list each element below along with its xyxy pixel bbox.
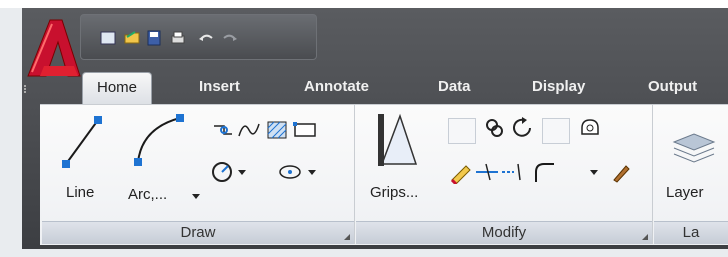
grips-label[interactable]: Grips... [370, 184, 418, 201]
layers-panel: Layer La [654, 104, 728, 244]
fillet-icon[interactable] [532, 160, 558, 184]
tab-annotate[interactable]: Annotate [304, 78, 369, 95]
draw-panel-footer[interactable]: Draw [42, 221, 354, 244]
line-icon[interactable] [60, 112, 104, 170]
rectangle-icon[interactable] [292, 118, 318, 142]
circle-dropdown-arrow[interactable] [238, 170, 246, 175]
undo-icon[interactable] [197, 29, 215, 47]
toolbar-grip[interactable] [24, 84, 30, 94]
grips-icon[interactable] [372, 110, 426, 170]
app-window: Home Insert Annotate Data Display Output… [0, 0, 728, 257]
ellipse-icon[interactable] [278, 160, 304, 184]
edit-icon[interactable] [608, 160, 634, 184]
arc-icon[interactable] [130, 110, 190, 170]
layer-label[interactable]: Layer [666, 184, 704, 201]
layers-panel-title: La [682, 224, 700, 241]
trim-icon[interactable] [474, 160, 500, 184]
circle-icon[interactable] [210, 160, 236, 184]
tab-data[interactable]: Data [438, 78, 471, 95]
tab-insert[interactable]: Insert [199, 78, 240, 95]
panel-expand-icon[interactable] [344, 234, 350, 240]
polyline-icon[interactable] [210, 118, 236, 142]
draw-panel-title: Draw [180, 224, 216, 241]
ellipse-dropdown-arrow[interactable] [308, 170, 316, 175]
arc-label[interactable]: Arc,... [128, 186, 167, 203]
modify-panel-title: Modify [481, 224, 527, 241]
hatch-icon[interactable] [264, 118, 290, 142]
open-icon[interactable] [123, 29, 141, 47]
ribbon-tabs: Home Insert Annotate Data Display Output [42, 72, 728, 109]
extend-icon[interactable] [500, 160, 526, 184]
layers-icon[interactable] [670, 130, 718, 166]
save-icon[interactable] [145, 29, 163, 47]
tab-display[interactable]: Display [532, 78, 585, 95]
rotate-icon[interactable] [510, 116, 536, 140]
quick-access-toolbar [80, 14, 317, 60]
fillet-dropdown-arrow[interactable] [590, 170, 598, 175]
erase-icon[interactable] [448, 160, 474, 184]
modify-panel: Grips... Modify [356, 104, 653, 244]
move-button[interactable] [448, 118, 476, 144]
tab-output[interactable]: Output [648, 78, 697, 95]
scale-button[interactable] [542, 118, 570, 144]
draw-panel: Line Arc,... Draw [42, 104, 355, 244]
redo-icon[interactable] [221, 29, 239, 47]
line-label[interactable]: Line [66, 184, 94, 201]
new-icon[interactable] [99, 29, 117, 47]
layers-panel-footer[interactable]: La [654, 221, 728, 244]
modify-panel-footer[interactable]: Modify [356, 221, 652, 244]
copy-icon[interactable] [482, 116, 508, 140]
stretch-icon[interactable] [578, 116, 604, 140]
arc-dropdown-arrow[interactable] [192, 194, 200, 199]
plot-icon[interactable] [169, 29, 187, 47]
spline-icon[interactable] [236, 118, 262, 142]
panel-expand-icon[interactable] [642, 234, 648, 240]
